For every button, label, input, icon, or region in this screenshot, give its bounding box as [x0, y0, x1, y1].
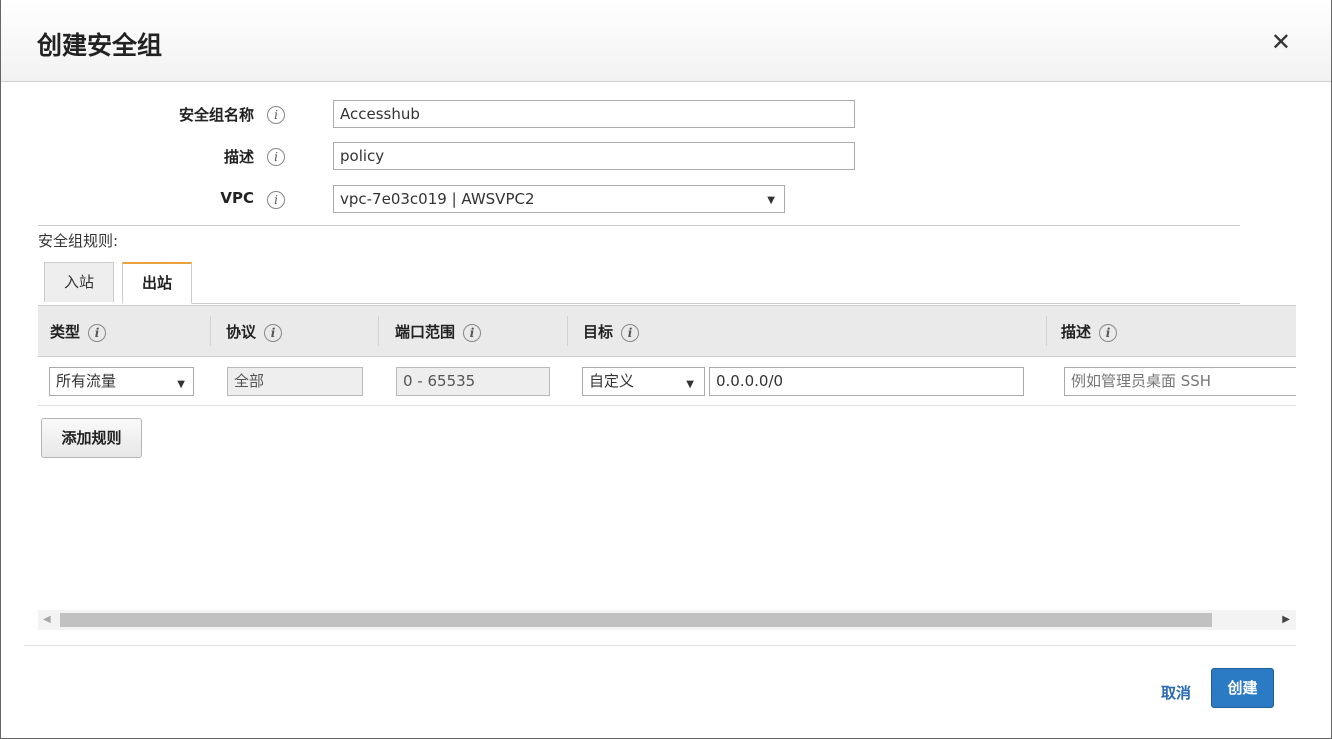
- column-divider: [210, 316, 211, 346]
- column-divider: [378, 316, 379, 346]
- rule-target-type-value: 自定义: [589, 372, 635, 390]
- horizontal-scrollbar[interactable]: ◀ ▶: [38, 610, 1296, 630]
- dialog-title: 创建安全组: [37, 31, 163, 60]
- security-group-name-label: 安全组名称: [178, 106, 254, 124]
- footer-divider: [24, 645, 1296, 646]
- info-icon[interactable]: i: [88, 323, 107, 342]
- info-icon[interactable]: i: [1099, 323, 1118, 342]
- column-header-type: 类型 i: [50, 321, 107, 342]
- description-label: 描述: [223, 148, 254, 166]
- security-group-rules-label: 安全组规则:: [38, 232, 119, 250]
- chevron-down-icon: ▼: [686, 379, 694, 390]
- description-input[interactable]: policy: [333, 142, 855, 170]
- create-security-group-dialog: 创建安全组 ✕ 安全组名称 i Accesshub 描述 i policy VP…: [0, 0, 1332, 739]
- scrollbar-thumb[interactable]: [60, 613, 1212, 627]
- rule-port-range-field: 0 - 65535: [396, 367, 550, 396]
- add-rule-button[interactable]: 添加规则: [41, 418, 142, 458]
- tab-inbound[interactable]: 入站: [44, 262, 114, 302]
- rule-type-select[interactable]: 所有流量 ▼: [49, 367, 194, 396]
- vpc-select-value: vpc-7e03c019 | AWSVPC2: [340, 190, 535, 208]
- info-icon[interactable]: i: [264, 323, 283, 342]
- column-divider: [567, 316, 568, 346]
- chevron-down-icon: ▼: [177, 379, 185, 390]
- dialog-header: 创建安全组 ✕: [1, 0, 1331, 82]
- info-icon[interactable]: i: [267, 191, 285, 209]
- scroll-left-icon[interactable]: ◀: [43, 614, 51, 625]
- scroll-right-icon[interactable]: ▶: [1282, 614, 1290, 625]
- vpc-select[interactable]: vpc-7e03c019 | AWSVPC2 ▼: [333, 185, 785, 213]
- tab-bar-line: [192, 303, 1240, 304]
- column-header-description: 描述 i: [1061, 321, 1118, 342]
- column-divider: [1046, 316, 1047, 346]
- close-icon[interactable]: ✕: [1271, 30, 1291, 54]
- rule-protocol-field: 全部: [227, 367, 363, 396]
- create-button[interactable]: 创建: [1211, 668, 1274, 708]
- chevron-down-icon: ▼: [767, 195, 775, 206]
- info-icon[interactable]: i: [463, 323, 482, 342]
- info-icon[interactable]: i: [621, 323, 640, 342]
- column-header-target: 目标 i: [583, 321, 640, 342]
- vpc-label: VPC: [220, 189, 254, 207]
- rule-type-value: 所有流量: [56, 372, 117, 390]
- section-divider: [38, 225, 1240, 226]
- info-icon[interactable]: i: [267, 148, 285, 166]
- cancel-button[interactable]: 取消: [1161, 682, 1191, 703]
- column-header-port-range: 端口范围 i: [395, 321, 482, 342]
- column-header-protocol: 协议 i: [226, 321, 283, 342]
- rules-table-header: 类型 i 协议 i 端口范围 i 目标 i 描述 i: [38, 305, 1296, 357]
- security-group-name-input[interactable]: Accesshub: [333, 100, 855, 128]
- rule-description-input[interactable]: 例如管理员桌面 SSH: [1064, 367, 1296, 396]
- rule-target-type-select[interactable]: 自定义 ▼: [582, 367, 705, 396]
- rule-target-cidr-input[interactable]: 0.0.0.0/0: [709, 367, 1024, 396]
- rule-row-divider: [38, 405, 1296, 406]
- info-icon[interactable]: i: [267, 106, 285, 124]
- tab-outbound[interactable]: 出站: [122, 262, 192, 304]
